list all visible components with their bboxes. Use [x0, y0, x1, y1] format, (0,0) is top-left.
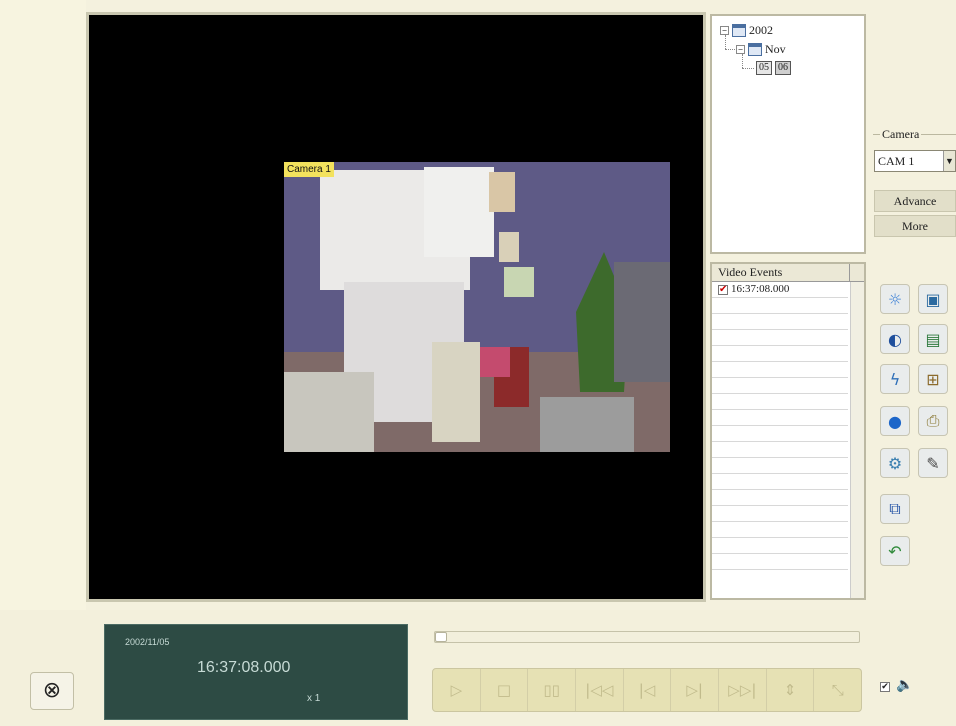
chevron-down-icon[interactable]: ▼ — [943, 151, 955, 171]
video-events-panel[interactable]: Video Events ✔ 16:37:08.000 — [710, 262, 866, 600]
stop-button[interactable]: □ — [481, 669, 529, 711]
progress-slider[interactable] — [434, 631, 860, 643]
pause-icon: ▯▯ — [543, 681, 560, 699]
event-row-empty — [712, 458, 848, 474]
date-tree-panel[interactable]: − 2002 − Nov 05 06 — [710, 14, 866, 254]
event-row-empty — [712, 330, 848, 346]
camera-overlay-label: Camera 1 — [284, 162, 334, 177]
step-forward-icon: ▷| — [686, 681, 703, 699]
play-icon: ▷ — [450, 681, 463, 699]
camera-video-frame — [284, 162, 670, 452]
event-row-empty — [712, 490, 848, 506]
event-checkbox[interactable]: ✔ — [718, 284, 728, 295]
step-back-icon: |◁ — [638, 681, 656, 699]
previous-frame-button[interactable]: |◁ — [624, 669, 672, 711]
speed-toggle-button[interactable]: ⇕ — [767, 669, 815, 711]
advance-button[interactable]: Advance — [874, 190, 956, 212]
undo-icon[interactable]: ↶ — [880, 536, 910, 566]
tree-month-label: Nov — [765, 41, 786, 56]
event-row-empty — [712, 362, 848, 378]
event-row-empty — [712, 298, 848, 314]
left-margin — [0, 0, 86, 610]
camera-select[interactable]: CAM 1 ▼ — [874, 150, 956, 172]
color-icon[interactable]: ● — [880, 406, 910, 436]
next-frame-button[interactable]: ▷| — [671, 669, 720, 711]
last-frame-button[interactable]: ▷▷| — [719, 669, 767, 711]
time-date: 2002/11/05 — [125, 637, 170, 647]
tree-connector — [725, 49, 735, 50]
event-time: 16:37:08.000 — [731, 283, 790, 295]
camera-group-title: Camera — [880, 127, 922, 142]
more-button[interactable]: More — [874, 215, 956, 237]
transport-controls: ▷ □ ▯▯ |◁◁ |◁ ▷| ▷▷| ⇕ ⤡ — [432, 668, 862, 712]
tree-connector — [742, 54, 743, 68]
event-row[interactable]: ✔ 16:37:08.000 — [712, 282, 848, 298]
print-icon[interactable]: ⎙ — [918, 406, 948, 436]
stop-icon: □ — [496, 681, 512, 699]
playback-speed: x 1 — [307, 693, 321, 704]
event-row-empty — [712, 506, 848, 522]
tree-connector — [725, 35, 726, 49]
event-row-empty — [712, 314, 848, 330]
event-row-empty — [712, 394, 848, 410]
edit-icon[interactable]: ✎ — [918, 448, 948, 478]
tree-node-month[interactable]: − Nov — [736, 41, 786, 57]
skip-forward-icon: ▷▷| — [728, 681, 757, 699]
brightness-icon[interactable]: ☼ — [880, 284, 910, 314]
event-row-empty — [712, 426, 848, 442]
collapse-toggle-icon[interactable]: − — [736, 44, 745, 54]
event-row-empty — [712, 522, 848, 538]
zoom-button[interactable]: ⤡ — [814, 669, 861, 711]
event-row-empty — [712, 442, 848, 458]
events-scrollbar[interactable] — [850, 282, 864, 598]
time-clock: 16:37:08.000 — [197, 659, 291, 676]
close-circle-icon: ⊗ — [42, 678, 62, 703]
pause-button[interactable]: ▯▯ — [528, 669, 577, 711]
copy-icon[interactable]: ⧉ — [880, 494, 910, 524]
event-row-empty — [712, 538, 848, 554]
snapshot-icon[interactable]: ▣ — [918, 284, 948, 314]
speaker-icon[interactable]: 🔈 — [896, 677, 913, 693]
tree-day-box: 05 — [756, 61, 772, 75]
calendar-icon — [732, 23, 746, 37]
camera-select-value: CAM 1 — [878, 154, 915, 168]
calendar-icon — [748, 42, 762, 56]
time-display: 2002/11/05 16:37:08.000 x 1 — [104, 624, 408, 720]
tree-node-year[interactable]: − 2002 — [720, 22, 773, 38]
zoom-icon: ⤡ — [831, 681, 844, 699]
tree-node-day[interactable]: 05 06 — [756, 60, 791, 76]
first-frame-button[interactable]: |◁◁ — [576, 669, 624, 711]
export-icon[interactable]: ⊞ — [918, 364, 948, 394]
skip-back-icon: |◁◁ — [585, 681, 614, 699]
event-row-empty — [712, 410, 848, 426]
save-bmp-icon[interactable]: ▤ — [918, 324, 948, 354]
event-row-empty — [712, 346, 848, 362]
tree-connector — [742, 68, 754, 69]
event-row-empty — [712, 474, 848, 490]
tree-year-label: 2002 — [749, 22, 773, 37]
progress-slider-thumb[interactable] — [435, 632, 447, 642]
settings-icon[interactable]: ⚙ — [880, 448, 910, 478]
event-row-empty — [712, 554, 848, 570]
tree-day-number: 06 — [775, 61, 791, 75]
event-row-empty — [712, 378, 848, 394]
collapse-toggle-icon[interactable]: − — [720, 25, 729, 35]
contrast-icon[interactable]: ◐ — [880, 324, 910, 354]
play-button[interactable]: ▷ — [433, 669, 481, 711]
events-column-header[interactable]: Video Events — [712, 264, 864, 282]
up-down-icon: ⇕ — [783, 681, 797, 699]
audio-checkbox[interactable]: ✔ — [880, 682, 890, 692]
exit-button[interactable]: ⊗ — [30, 672, 74, 710]
sharpen-icon[interactable]: ϟ — [880, 364, 910, 394]
